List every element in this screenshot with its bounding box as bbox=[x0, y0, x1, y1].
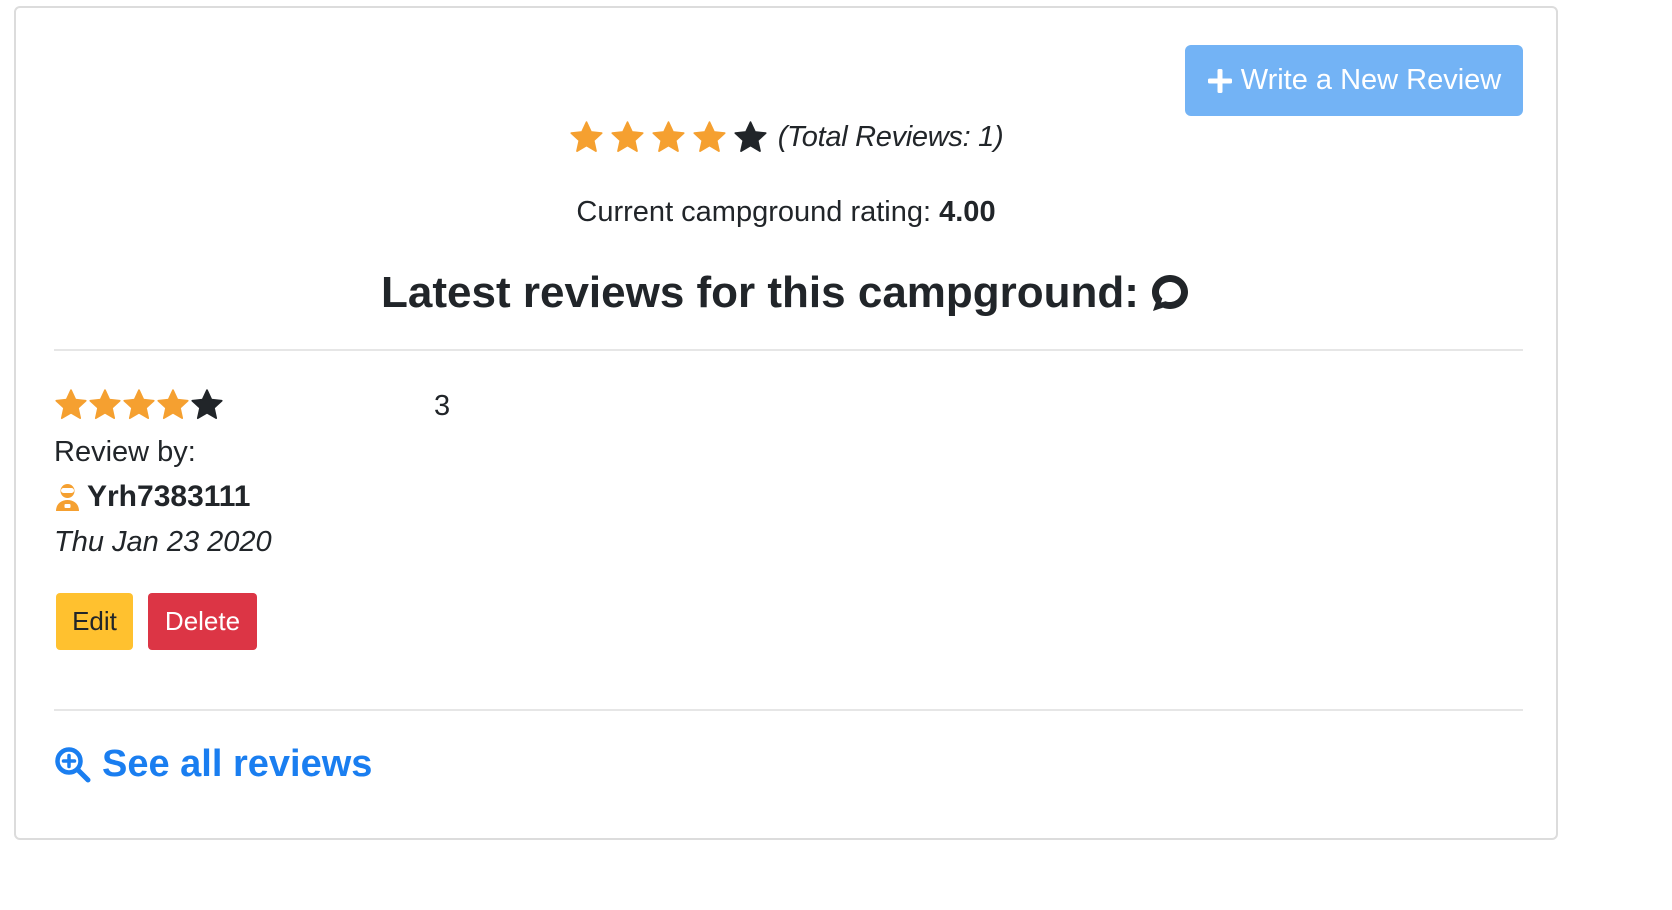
star-filled-icon bbox=[156, 388, 190, 422]
author-name[interactable]: Yrh7383111 bbox=[87, 480, 251, 514]
rating-summary: (Total Reviews: 1) bbox=[16, 120, 1556, 155]
review-date: Thu Jan 23 2020 bbox=[54, 526, 272, 558]
plus-icon bbox=[1207, 68, 1233, 94]
divider-top bbox=[54, 349, 1523, 351]
star-filled-icon bbox=[692, 120, 727, 155]
review-text: 3 bbox=[434, 390, 451, 422]
total-reviews-text: (Total Reviews: 1) bbox=[777, 121, 1004, 153]
review-stars bbox=[54, 388, 224, 422]
chat-bubble-icon bbox=[1149, 272, 1191, 314]
review-author: Yrh7383111 bbox=[54, 480, 251, 514]
star-filled-icon bbox=[54, 388, 88, 422]
star-filled-icon bbox=[88, 388, 122, 422]
reviews-card: Write a New Review (Total Reviews: 1) Cu… bbox=[14, 6, 1558, 840]
latest-reviews-title: Latest reviews for this campground: bbox=[381, 268, 1139, 317]
write-review-label: Write a New Review bbox=[1240, 64, 1502, 96]
star-empty-icon bbox=[733, 120, 768, 155]
divider-bottom bbox=[54, 709, 1523, 711]
write-review-button[interactable]: Write a New Review bbox=[1185, 45, 1523, 116]
star-filled-icon bbox=[569, 120, 604, 155]
rating-value: 4.00 bbox=[939, 196, 996, 228]
review-by-label: Review by: bbox=[54, 436, 196, 468]
delete-button[interactable]: Delete bbox=[148, 593, 257, 650]
see-all-reviews-label: See all reviews bbox=[102, 743, 373, 785]
star-empty-icon bbox=[190, 388, 224, 422]
edit-button[interactable]: Edit bbox=[56, 593, 133, 650]
summary-stars bbox=[569, 120, 774, 155]
star-filled-icon bbox=[610, 120, 645, 155]
latest-reviews-heading: Latest reviews for this campground: bbox=[16, 268, 1556, 318]
zoom-in-icon bbox=[54, 746, 92, 784]
current-rating: Current campground rating: 4.00 bbox=[16, 196, 1556, 229]
user-icon bbox=[54, 482, 81, 512]
star-filled-icon bbox=[651, 120, 686, 155]
rating-label: Current campground rating: bbox=[576, 196, 932, 228]
see-all-reviews-link[interactable]: See all reviews bbox=[54, 743, 372, 786]
star-filled-icon bbox=[122, 388, 156, 422]
